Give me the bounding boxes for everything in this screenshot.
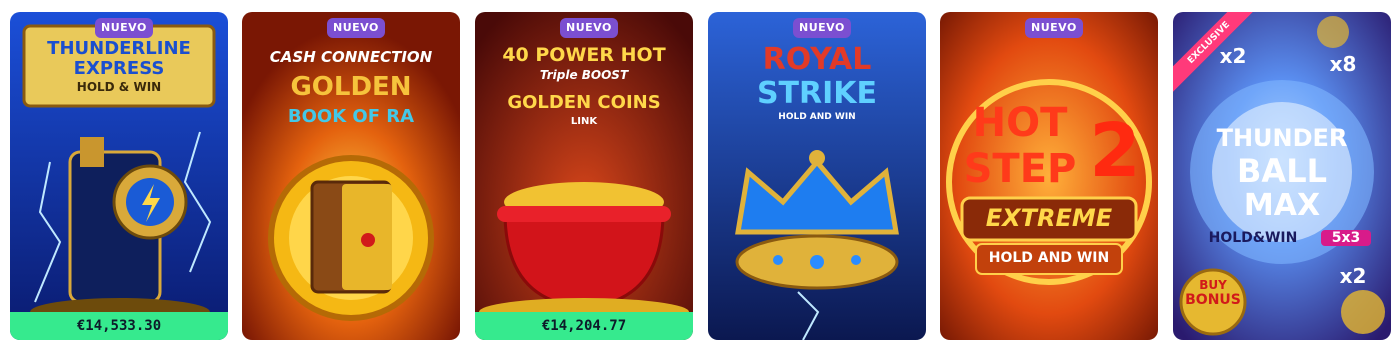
jackpot-amount: €14,204.77 bbox=[475, 312, 693, 340]
multiplier-label: x8 bbox=[1329, 52, 1357, 76]
multiplier-label: x2 bbox=[1219, 44, 1247, 68]
game-title-line: EXPRESS bbox=[73, 58, 165, 79]
new-badge: NUEVO bbox=[1025, 18, 1083, 38]
game-title-line: GOLDEN bbox=[290, 72, 412, 102]
game-title-line: GOLDEN COINS bbox=[507, 92, 661, 113]
new-badge: NUEVO bbox=[793, 18, 851, 38]
game-title-line: 40 POWER HOT bbox=[502, 44, 666, 66]
game-title-line: MAX bbox=[1243, 188, 1321, 223]
game-card-thunder-ball-max[interactable]: EXCLUSIVE x2 x8 THUNDER BALL MAX HOLD&WI… bbox=[1173, 12, 1391, 340]
game-card-royal-strike[interactable]: NUEVO ROYAL STRIKE HOLD AND WIN bbox=[708, 12, 926, 340]
game-subtitle: HOLD AND WIN bbox=[778, 112, 856, 122]
buy-bonus-label: BUY bbox=[1199, 278, 1227, 292]
new-badge: NUEVO bbox=[95, 18, 153, 38]
game-title-line: 2 bbox=[1089, 108, 1141, 194]
game-subtitle: Triple BOOST bbox=[539, 68, 629, 82]
game-title-line: BALL bbox=[1237, 152, 1327, 190]
game-title-line: BOOK OF RA bbox=[287, 106, 415, 127]
game-subtitle: LINK bbox=[570, 116, 598, 127]
game-card-golden-book-of-ra[interactable]: NUEVO CASH CONNECTION GOLDEN BOOK OF RA bbox=[242, 12, 460, 340]
game-subtitle: HOLD AND WIN bbox=[988, 250, 1110, 266]
game-card-40-power-hot[interactable]: NUEVO 40 POWER HOT Triple BOOST GOLDEN C… bbox=[475, 12, 693, 340]
game-card-thunderline-express[interactable]: NUEVO THUNDERLINE EXPRESS HOLD & WIN €14… bbox=[10, 12, 228, 340]
game-title-line: THUNDERLINE bbox=[47, 38, 191, 59]
game-subtitle: HOLD & WIN bbox=[76, 80, 162, 94]
game-card-hot-step-2-extreme[interactable]: NUEVO HOT STEP 2 EXTREME HOLD AND WIN bbox=[940, 12, 1158, 340]
new-badge: NUEVO bbox=[560, 18, 618, 38]
game-subtitle: HOLD&WIN bbox=[1208, 230, 1298, 246]
buy-bonus-label: BONUS bbox=[1185, 292, 1241, 308]
game-title-line: EXTREME bbox=[985, 204, 1113, 232]
game-title-line: ROYAL bbox=[762, 42, 872, 77]
game-subtitle: 5x3 bbox=[1321, 230, 1371, 246]
game-title-line: STRIKE bbox=[756, 76, 878, 111]
new-badge: NUEVO bbox=[327, 18, 385, 38]
multiplier-label: x2 bbox=[1339, 264, 1367, 288]
game-carousel-row: NUEVO THUNDERLINE EXPRESS HOLD & WIN €14… bbox=[0, 0, 1400, 350]
game-title-line: THUNDER bbox=[1216, 124, 1348, 152]
jackpot-amount: €14,533.30 bbox=[10, 312, 228, 340]
game-title-line: HOT bbox=[972, 100, 1068, 146]
game-title-line: CASH CONNECTION bbox=[269, 48, 433, 66]
game-title-line: STEP bbox=[963, 146, 1077, 192]
